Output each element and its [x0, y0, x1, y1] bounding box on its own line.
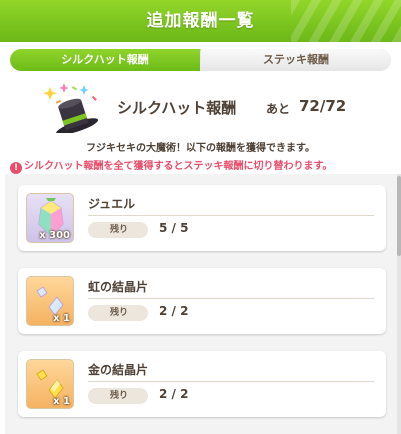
- remaining-badge: 残り: [88, 305, 148, 321]
- item-quantity: x 1: [53, 396, 70, 407]
- dialog-title: 追加報酬一覧: [146, 11, 255, 31]
- dialog-header: 追加報酬一覧: [0, 0, 401, 42]
- reward-tabs: シルクハット報酬 ステッキ報酬: [10, 49, 391, 71]
- list-item: x 1 虹の結晶片 残り 2 / 2: [18, 268, 386, 334]
- item-name: 虹の結晶片: [88, 280, 149, 294]
- tab-silk-hat-rewards[interactable]: シルクハット報酬: [10, 49, 200, 71]
- summary-remaining-label: あと: [266, 102, 291, 116]
- item-thumbnail: x 1: [26, 276, 74, 326]
- item-quantity: x 1: [53, 313, 70, 324]
- item-thumbnail: x 1: [26, 359, 74, 409]
- divider: [88, 298, 374, 299]
- item-name: ジュエル: [88, 197, 136, 211]
- warning-icon: !: [10, 162, 22, 174]
- remaining-badge: 残り: [88, 388, 148, 404]
- scrollbar-thumb[interactable]: [397, 176, 401, 256]
- summary-remaining-value: 72/72: [299, 97, 347, 115]
- remaining-value: 5 / 5: [159, 221, 189, 235]
- description-text: フジキセキの大魔術！以下の報酬を獲得できます。: [86, 143, 315, 154]
- warning-message: シルクハット報酬を全て獲得するとステッキ報酬に切り替わります。: [24, 161, 333, 172]
- divider: [88, 381, 374, 382]
- tab-stick-rewards[interactable]: ステッキ報酬: [201, 49, 391, 71]
- remaining-badge: 残り: [88, 222, 148, 238]
- summary-title: シルクハット報酬: [117, 99, 237, 117]
- list-item: x 300 ジュエル 残り 5 / 5: [18, 185, 386, 251]
- item-quantity: x 300: [39, 230, 70, 241]
- remaining-value: 2 / 2: [159, 387, 189, 401]
- item-name: 金の結晶片: [88, 363, 149, 377]
- item-thumbnail: x 300: [26, 193, 74, 243]
- warning-text: ! シルクハット報酬を全て獲得するとステッキ報酬に切り替わります。: [10, 157, 333, 174]
- divider: [88, 215, 374, 216]
- silk-hat-icon: [43, 83, 99, 133]
- list-item: x 1 金の結晶片 残り 2 / 2: [18, 351, 386, 417]
- remaining-value: 2 / 2: [159, 304, 189, 318]
